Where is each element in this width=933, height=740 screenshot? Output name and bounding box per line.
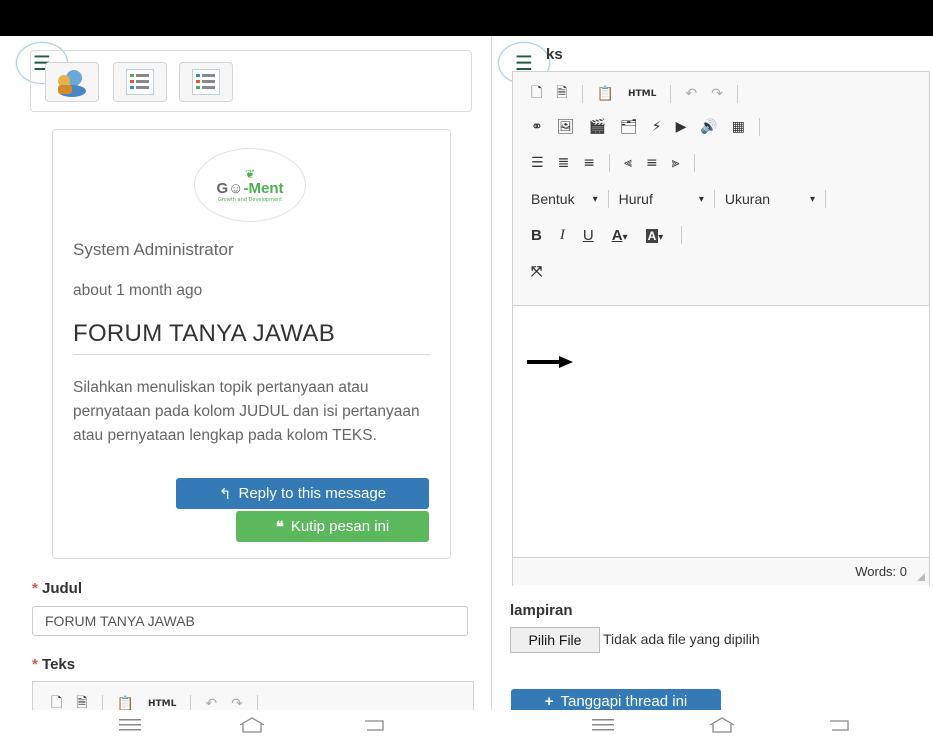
reply-button[interactable]: ↰ Reply to this message	[176, 478, 429, 509]
list-view-button-2[interactable]	[179, 62, 233, 102]
resize-handle-icon[interactable]	[917, 573, 925, 581]
judul-label: * Judul	[32, 580, 83, 597]
italic-button[interactable]: I	[560, 227, 565, 244]
source-html-icon[interactable]: HTML	[148, 699, 176, 709]
lampiran-label: lampiran	[510, 602, 573, 619]
back-icon-2[interactable]	[820, 710, 860, 740]
font-dropdown[interactable]: Huruf ▾	[619, 191, 704, 207]
undo-icon[interactable]: ↶	[685, 86, 697, 102]
gment-logo: ❦ G☺-Ment Growth and Development	[194, 148, 306, 222]
bold-button[interactable]: B	[531, 227, 542, 244]
text-color-button[interactable]: A▾	[612, 227, 628, 244]
post-title: FORUM TANYA JAWAB	[73, 320, 430, 355]
chevron-down-icon: ▾	[698, 193, 704, 205]
redo-icon[interactable]: ↷	[711, 86, 723, 102]
source-html-icon[interactable]: HTML	[628, 89, 656, 99]
justify-icon[interactable]: ≡	[583, 155, 595, 171]
align-right-icon[interactable]: ⫸	[672, 155, 680, 171]
forum-post-card: ❦ G☺-Ment Growth and Development System …	[52, 129, 451, 559]
list-view-button[interactable]	[113, 62, 167, 102]
back-icon[interactable]	[355, 710, 395, 740]
post-body: Silahkan menuliskan topik pertanyaan ata…	[73, 379, 420, 444]
paste-icon[interactable]: 📋	[597, 86, 614, 102]
new-page-icon[interactable]: 🗋	[531, 82, 542, 106]
table-icon[interactable]: ▦	[732, 119, 745, 135]
youtube-icon[interactable]: ▶	[676, 119, 687, 135]
new-page-icon[interactable]: 🗋	[51, 692, 62, 710]
status-bar	[0, 0, 933, 36]
arrow-right-icon	[527, 356, 573, 368]
bulleted-list-icon[interactable]: ☰	[531, 155, 544, 171]
list-icon	[126, 69, 154, 95]
underline-button[interactable]: U	[583, 227, 594, 244]
templates-icon[interactable]: 🗎	[76, 692, 87, 710]
choose-file-button[interactable]: Pilih File	[510, 627, 600, 653]
chevron-down-icon: ▾	[592, 193, 598, 205]
file-status: Tidak ada file yang dipilih	[603, 631, 760, 647]
home-icon[interactable]	[232, 710, 272, 740]
plus-icon: +	[544, 693, 554, 710]
post-author: System Administrator	[73, 240, 234, 259]
redo-icon[interactable]: ↷	[231, 696, 243, 710]
size-dropdown[interactable]: Ukuran ▾	[725, 191, 815, 207]
maximize-icon[interactable]: ⤧	[531, 264, 542, 280]
post-time: about 1 month ago	[73, 282, 203, 299]
judul-input[interactable]: FORUM TANYA JAWAB	[32, 606, 468, 636]
left-pane: ☰ ❦ G☺-Ment Growth and Development Syste…	[0, 36, 491, 710]
submit-reply-button[interactable]: + Tanggapi thread ini	[511, 689, 721, 710]
align-left-icon[interactable]: ⫷	[624, 155, 632, 171]
menu-nav-icon[interactable]	[110, 710, 150, 740]
list-icon	[192, 69, 220, 95]
quote-icon: ❝	[275, 518, 284, 536]
word-count: Words: 0	[855, 564, 907, 579]
bg-color-button[interactable]: A ▾	[645, 227, 663, 244]
flash-icon[interactable]: ⚡	[652, 119, 662, 135]
templates-icon[interactable]: 🗎	[556, 82, 567, 106]
paste-icon[interactable]: 📋	[117, 696, 134, 710]
table-insert-icon[interactable]: 🗂	[620, 119, 638, 135]
image-icon[interactable]: 🖼	[557, 119, 575, 135]
home-icon-2[interactable]	[702, 710, 742, 740]
align-center-icon[interactable]: ≡	[646, 155, 658, 171]
teks-label: * Teks	[32, 656, 76, 673]
rich-text-editor: 🗋 🗎 📋 HTML ↶ ↷ ⚭ 🖼 🎬 🗂 ⚡ ▶ 🔊 ▦ ☰ ≣ ≡ ⫷ ≡…	[512, 71, 930, 593]
quote-button[interactable]: ❝ Kutip pesan ini	[236, 511, 429, 542]
chevron-down-icon: ▾	[810, 193, 816, 205]
forum-icon-panel	[30, 50, 472, 112]
forum-user-icon	[58, 70, 86, 97]
audio-icon[interactable]: 🔊	[700, 119, 717, 135]
forum-user-button[interactable]	[45, 62, 99, 102]
teks-editor-toolbar: 🗋 🗎 📋 HTML ↶ ↷	[32, 681, 474, 710]
system-nav-bar	[0, 710, 933, 740]
undo-icon[interactable]: ↶	[205, 696, 217, 710]
format-dropdown[interactable]: Bentuk ▾	[531, 191, 598, 207]
reply-icon: ↰	[218, 485, 232, 503]
numbered-list-icon[interactable]: ≣	[558, 155, 570, 171]
link-icon[interactable]: ⚭	[531, 119, 543, 135]
editor-statusbar: Words: 0	[513, 557, 929, 585]
media-icon[interactable]: 🎬	[589, 119, 606, 135]
leaf-icon: ❦	[244, 166, 256, 181]
editor-content[interactable]	[513, 306, 929, 593]
menu-nav-icon-2[interactable]	[583, 710, 623, 740]
teks-label-right: ks	[546, 46, 563, 63]
editor-toolbar: 🗋 🗎 📋 HTML ↶ ↷ ⚭ 🖼 🎬 🗂 ⚡ ▶ 🔊 ▦ ☰ ≣ ≡ ⫷ ≡…	[513, 72, 929, 306]
